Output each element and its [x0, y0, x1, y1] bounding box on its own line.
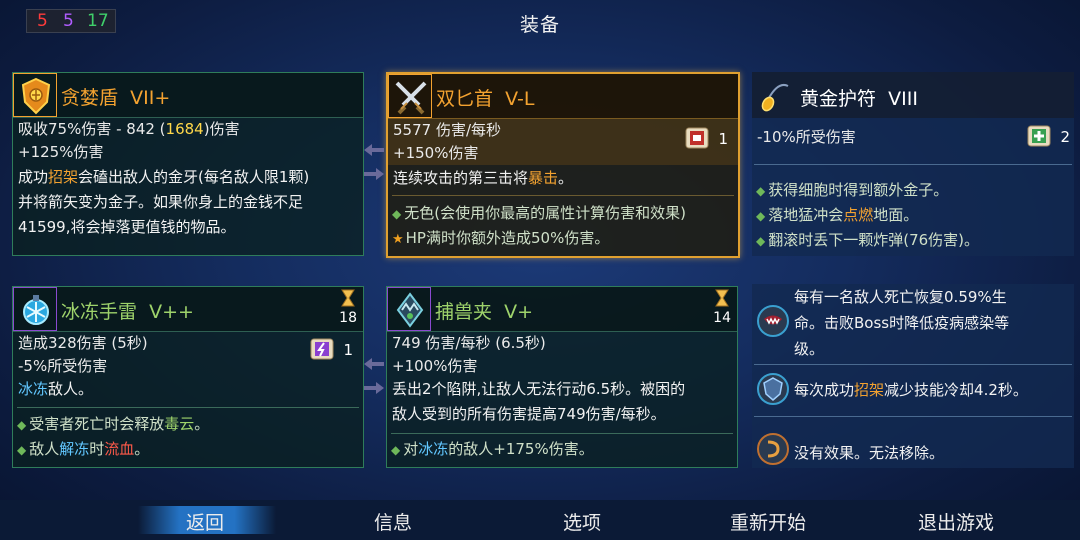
scroll-count-badge: 1 — [682, 122, 728, 154]
item-card-bear-trap[interactable]: 捕兽夹 V+ 14 749 伤害/每秒 (6.5秒) +100%伤害 丢出2个陷… — [386, 286, 738, 468]
survival-scroll-icon — [1024, 120, 1054, 150]
item-card-twin-daggers[interactable]: 双匕首 V-L 5577 伤害/每秒 +150%伤害 1 连续攻击的第三击将暴击… — [386, 72, 740, 258]
link-arrow-icon — [364, 382, 384, 394]
item-description: 冰冻敌人。 — [18, 380, 94, 398]
stat-damage: +100%伤害 — [392, 357, 478, 375]
item-name: 黄金护符 — [800, 88, 877, 110]
vampire-mouth-icon — [756, 304, 790, 338]
bonus-colorless: ◆ 无色(会使用你最高的属性计算伤害和效果) — [392, 204, 686, 222]
amulet-icon — [754, 74, 798, 118]
stat-absorb: 吸收75%伤害 - 842 (1684)伤害 — [18, 120, 240, 138]
item-name: 冰冻手雷 — [61, 301, 138, 323]
ice-grenade-icon — [13, 287, 57, 331]
brutality-count: 5 — [37, 11, 48, 31]
page-title: 装备 — [519, 14, 560, 36]
back-button[interactable]: 返回 — [186, 508, 224, 535]
bonus-bleed-on-thaw: ◆ 敌人解冻时流血。 — [17, 440, 150, 458]
bonus-cells-gold: ◆ 获得细胞时得到额外金子。 — [756, 181, 949, 199]
item-name: 贪婪盾 — [61, 87, 119, 109]
item-tier: VII+ — [130, 87, 171, 109]
hourglass-icon — [715, 289, 729, 307]
item-card-greed-shield[interactable]: 贪婪盾 VII+ 吸收75%伤害 - 842 (1684)伤害 +125%伤害 … — [12, 72, 364, 256]
bonus-full-hp: ★ HP满时你额外造成50%伤害。 — [392, 229, 610, 247]
bonus-poison-cloud: ◆ 受害者死亡时会释放毒云。 — [17, 415, 210, 433]
parry-mutation-icon — [756, 372, 790, 406]
link-arrow-icon — [364, 358, 384, 370]
link-arrow-icon — [364, 144, 384, 156]
info-button[interactable]: 信息 — [374, 508, 412, 535]
curse-mutation-icon — [756, 432, 790, 466]
item-tier: V+ — [504, 301, 534, 323]
crossed-daggers-icon — [388, 74, 432, 118]
stat-damage-taken: -10%所受伤害 — [757, 128, 856, 146]
stat-dps: 749 伤害/每秒 (6.5秒) — [392, 334, 546, 352]
item-tier: VIII — [888, 88, 918, 110]
item-name: 双匕首 — [436, 88, 494, 110]
cooldown-indicator: 14 — [713, 289, 731, 326]
item-tier: V-L — [505, 88, 535, 110]
scroll-count-badge: 1 — [307, 333, 353, 365]
bonus-frozen-damage: ◆ 对冰冻的敌人+175%伤害。 — [391, 440, 594, 458]
mutations-panel: 每有一名敌人死亡恢复0.59%生 命。击败Boss时降低疫病感染等 级。 每次成… — [752, 284, 1074, 468]
bonus-ground-pound: ◆ 落地猛冲会点燃地面。 — [756, 206, 919, 224]
item-name: 捕兽夹 — [435, 301, 493, 323]
item-card-golden-amulet[interactable]: 黄金护符 VIII -10%所受伤害 2 ◆ 获得细胞时得到额外金子。 ◆ 落地猛冲… — [752, 72, 1074, 256]
item-description: 丢出2个陷阱,让敌人无法行动6.5秒。被困的 敌人受到的所有伤害提高749伤害/… — [392, 380, 686, 423]
cooldown-indicator: 18 — [339, 289, 357, 326]
link-arrow-icon — [364, 168, 384, 180]
item-description: 连续攻击的第三击将暴击。 — [393, 169, 574, 187]
item-card-ice-grenade[interactable]: 冰冻手雷 V++ 18 造成328伤害 (5秒) -5%所受伤害 1 冰冻敌人。… — [12, 286, 364, 468]
options-button[interactable]: 选项 — [563, 508, 601, 535]
tactics-count: 5 — [63, 11, 74, 31]
restart-button[interactable]: 重新开始 — [730, 508, 806, 535]
gold-shield-icon — [13, 73, 57, 117]
stat-damage: +125%伤害 — [18, 143, 104, 161]
item-description: 成功招架会磕出敌人的金牙(每名敌人限1颗) 并将箭矢变为金子。如果你身上的金钱不… — [18, 168, 310, 236]
scroll-counters: 5 5 17 — [26, 9, 116, 33]
bonus-roll-bomb: ◆ 翻滚时丢下一颗炸弹(76伤害)。 — [756, 231, 980, 249]
quit-button[interactable]: 退出游戏 — [918, 508, 994, 535]
survival-count: 17 — [87, 11, 109, 31]
bear-trap-icon — [387, 287, 431, 331]
hourglass-icon — [341, 289, 355, 307]
tactics-scroll-icon — [307, 333, 337, 363]
brutality-scroll-icon — [682, 122, 712, 152]
scroll-count-badge: 2 — [1024, 120, 1070, 152]
item-tier: V++ — [149, 301, 194, 323]
